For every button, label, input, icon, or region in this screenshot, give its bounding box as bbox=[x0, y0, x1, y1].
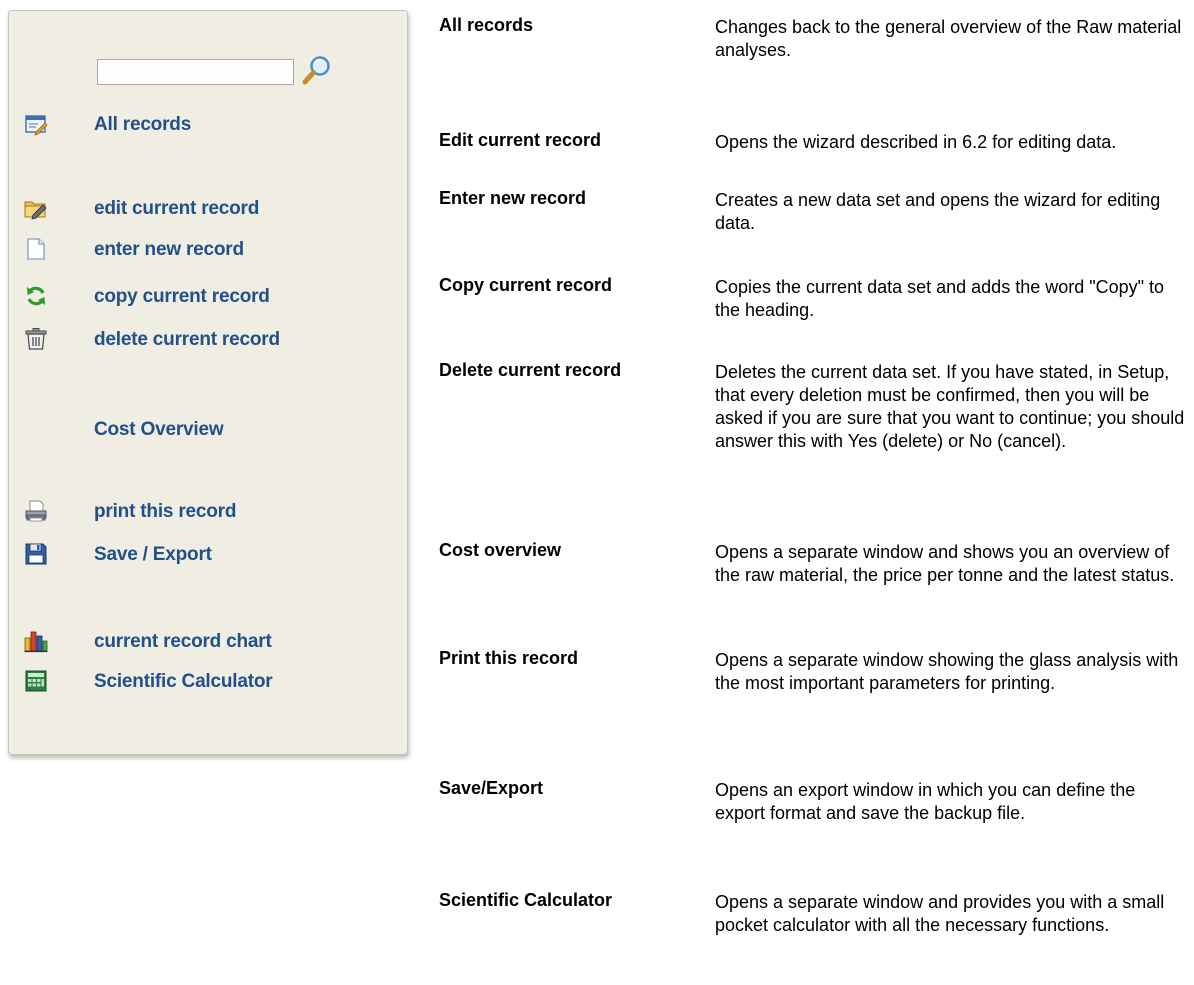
refresh-icon bbox=[24, 284, 48, 308]
definition-description: Opens a separate window and provides you… bbox=[715, 892, 1165, 935]
sidebar-item-edit-current-record[interactable]: edit current record bbox=[9, 193, 407, 225]
floppy-disk-icon bbox=[24, 542, 48, 566]
sidebar-item-label: delete current record bbox=[94, 329, 280, 350]
definition-description: Deletes the current data set. If you hav… bbox=[715, 362, 1185, 451]
definition-description: Opens a separate window showing the glas… bbox=[715, 650, 1179, 693]
definition-term: All records bbox=[439, 15, 534, 35]
sidebar-item-label: enter new record bbox=[94, 239, 244, 260]
definition-term: Print this record bbox=[439, 648, 579, 668]
sidebar-item-save-export[interactable]: Save / Export bbox=[9, 539, 407, 571]
sidebar-item-label: Save / Export bbox=[94, 544, 212, 565]
sidebar-item-scientific-calculator[interactable]: Scientific Calculator bbox=[9, 666, 407, 698]
sidebar-item-copy-current-record[interactable]: copy current record bbox=[9, 281, 407, 313]
definition-term: Copy current record bbox=[439, 275, 613, 295]
bar-chart-icon bbox=[24, 629, 48, 653]
sidebar-item-label: current record chart bbox=[94, 631, 272, 652]
sidebar-item-all-records[interactable]: All records bbox=[9, 109, 407, 141]
sidebar-item-enter-new-record[interactable]: enter new record bbox=[9, 234, 407, 266]
sidebar-item-label: print this record bbox=[94, 501, 237, 522]
definition-description: Creates a new data set and opens the wiz… bbox=[715, 190, 1161, 233]
definition-description: Changes back to the general overview of … bbox=[715, 17, 1182, 60]
edit-folder-icon bbox=[24, 196, 48, 220]
sidebar-item-label: edit current record bbox=[94, 198, 260, 219]
magnifier-icon[interactable] bbox=[301, 53, 333, 87]
trash-icon bbox=[24, 327, 48, 351]
sidebar-item-cost-overview[interactable]: Cost Overview bbox=[9, 414, 407, 446]
printer-icon bbox=[24, 499, 48, 523]
sidebar-item-label: Scientific Calculator bbox=[94, 671, 273, 692]
sidebar-item-current-record-chart[interactable]: current record chart bbox=[9, 626, 407, 658]
sidebar-item-label: Cost Overview bbox=[94, 419, 224, 440]
search-input[interactable] bbox=[97, 59, 294, 85]
definition-description: Opens the wizard described in 6.2 for ed… bbox=[715, 132, 1117, 152]
definition-description: Opens a separate window and shows you an… bbox=[715, 542, 1175, 585]
overview-icon bbox=[24, 112, 48, 136]
definition-term: Delete current record bbox=[439, 360, 622, 380]
definition-description: Opens an export window in which you can … bbox=[715, 780, 1136, 823]
definition-term: Edit current record bbox=[439, 130, 602, 150]
new-document-icon bbox=[24, 237, 48, 261]
sidebar-item-label: All records bbox=[94, 114, 192, 135]
calculator-icon bbox=[24, 669, 48, 693]
definition-term: Save/Export bbox=[439, 778, 544, 798]
sidebar-panel: All records edit current record enter ne… bbox=[8, 10, 408, 755]
definition-term: Enter new record bbox=[439, 188, 587, 208]
sidebar-item-delete-current-record[interactable]: delete current record bbox=[9, 324, 407, 356]
definition-term: Scientific Calculator bbox=[439, 890, 613, 910]
sidebar-item-label: copy current record bbox=[94, 286, 270, 307]
definition-description: Copies the current data set and adds the… bbox=[715, 277, 1165, 320]
definition-term: Cost overview bbox=[439, 540, 562, 560]
sidebar-item-print-this-record[interactable]: print this record bbox=[9, 496, 407, 528]
